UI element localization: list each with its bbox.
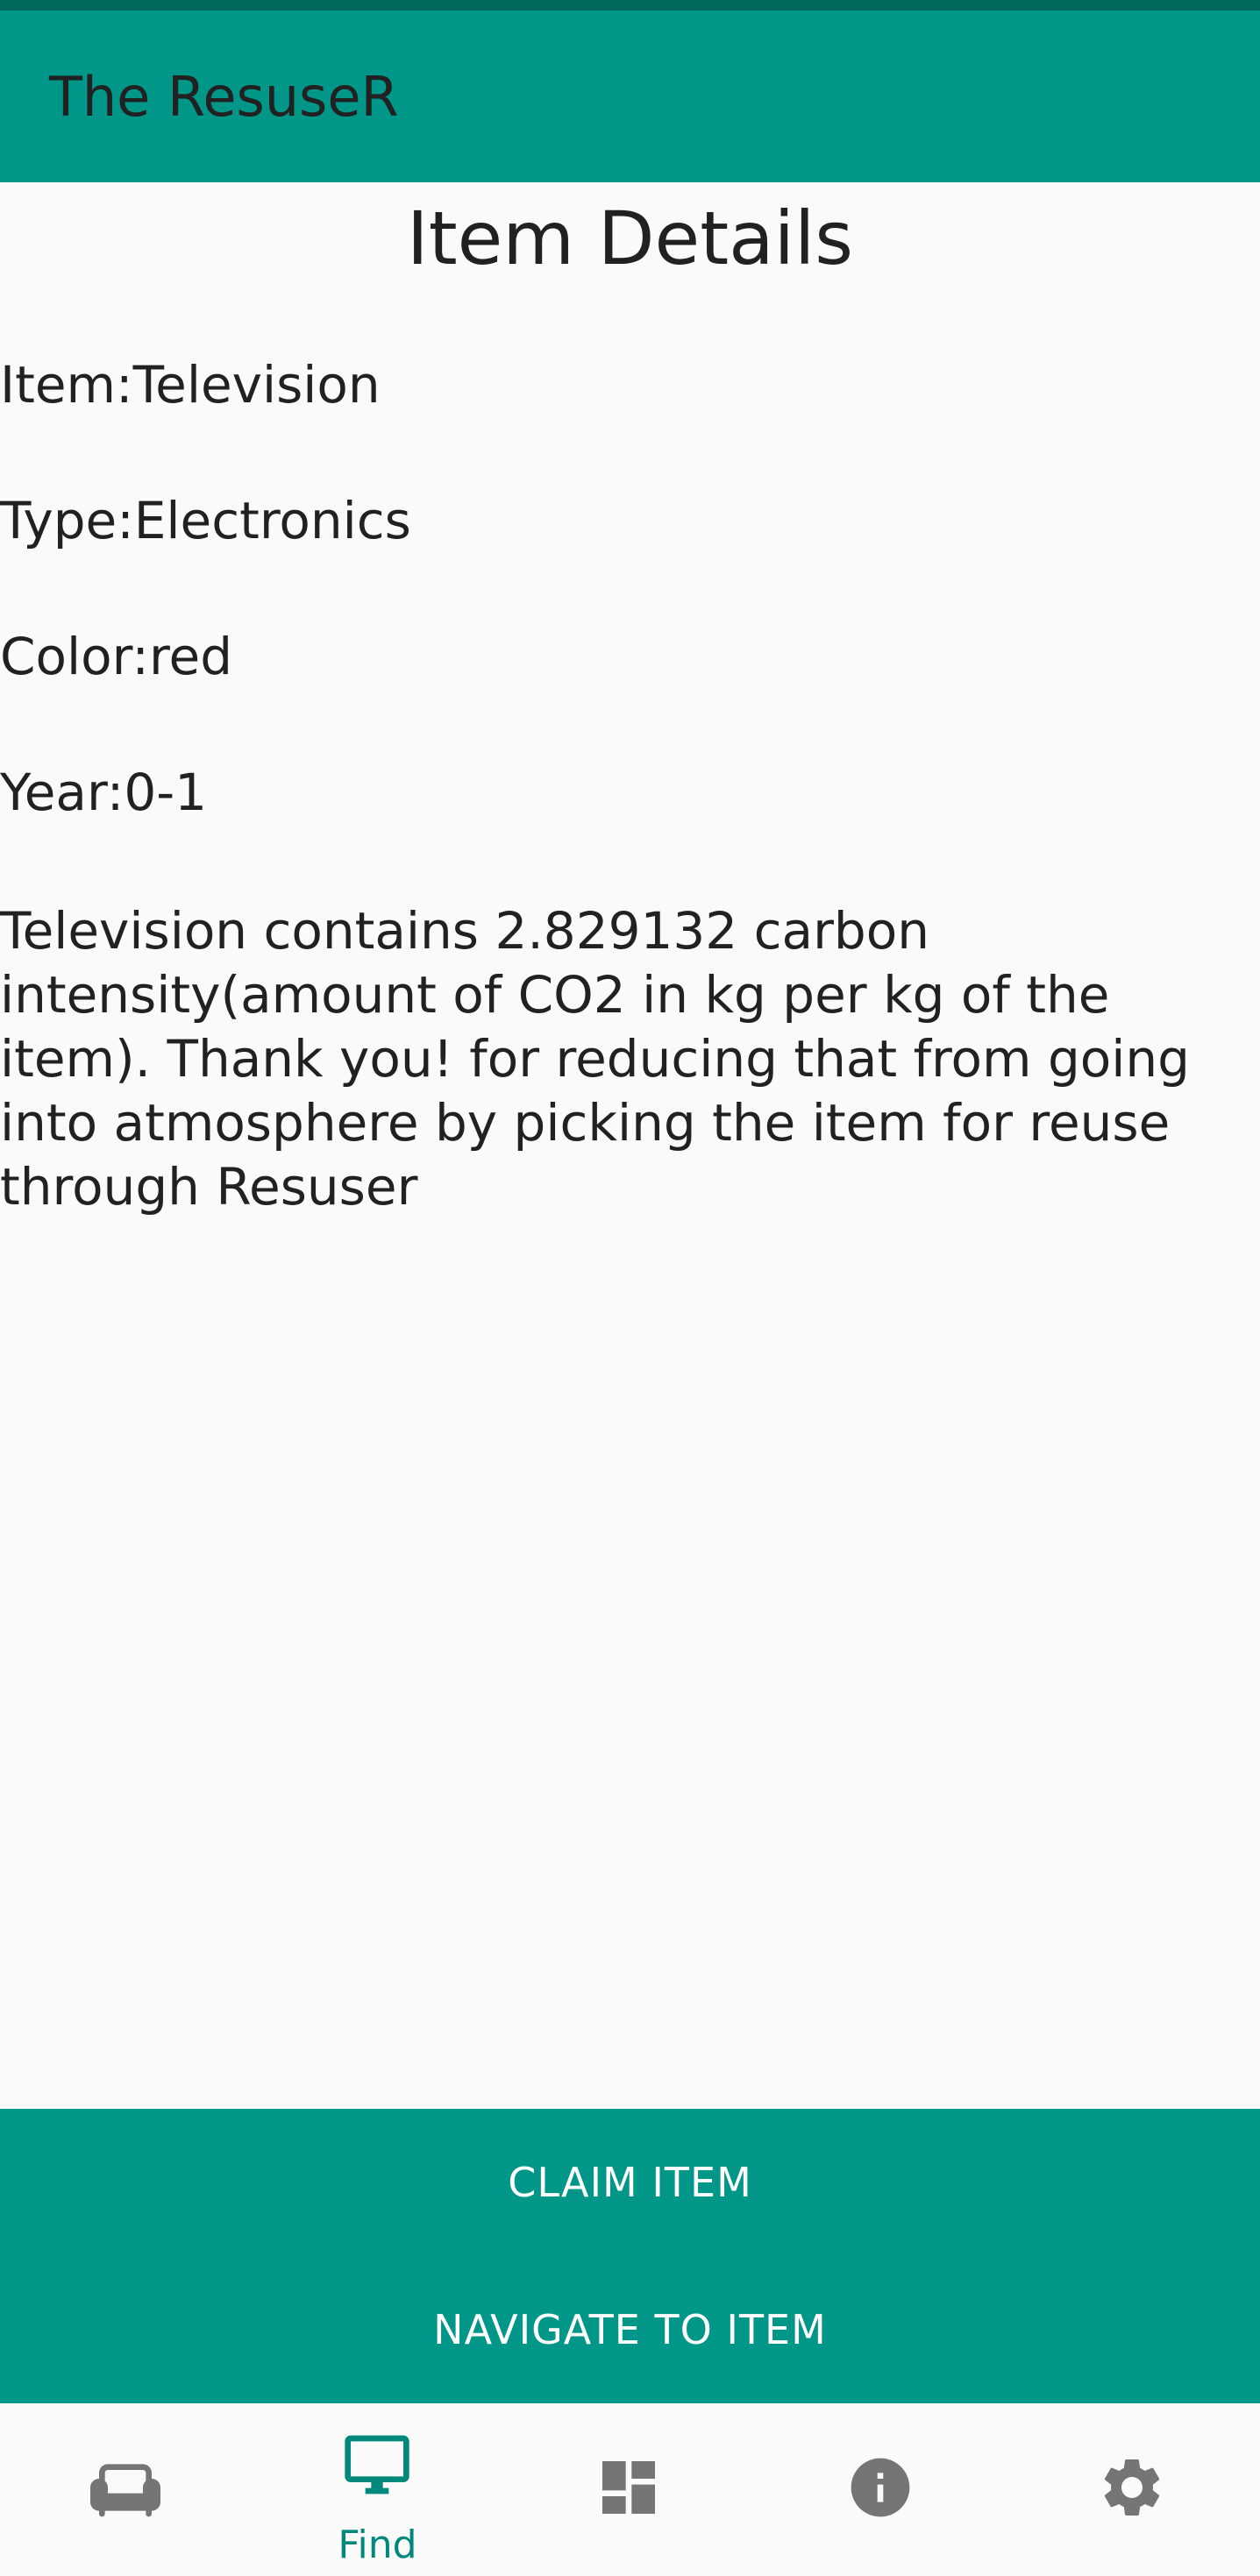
action-panel: CLAIM ITEM NAVIGATE TO ITEM: [0, 2109, 1260, 2403]
item-type-text: Type:Electronics: [0, 491, 411, 550]
nav-item-info[interactable]: [755, 2403, 1007, 2576]
app-title: The ResuseR: [49, 65, 399, 129]
page-title: Item Details: [406, 195, 854, 281]
app-bar: The ResuseR: [0, 11, 1260, 182]
item-color-text: Color:red: [0, 627, 233, 686]
claim-item-button[interactable]: CLAIM ITEM: [0, 2109, 1260, 2256]
info-icon: [851, 2458, 910, 2517]
nav-item-sofa[interactable]: [0, 2403, 252, 2576]
monitor-icon: [345, 2435, 409, 2494]
carbon-intensity-message: Television contains 2.829132 carbon inte…: [0, 901, 1190, 1217]
nav-item-find[interactable]: Find: [252, 2403, 503, 2576]
item-year-text: Year:0-1: [0, 763, 208, 822]
nav-item-dashboard[interactable]: [503, 2403, 755, 2576]
sofa-icon: [90, 2464, 160, 2517]
navigate-to-item-button[interactable]: NAVIGATE TO ITEM: [0, 2256, 1260, 2403]
status-bar: [0, 0, 1260, 11]
gear-icon: [1104, 2459, 1160, 2516]
item-name-text: Item:Television: [0, 355, 381, 415]
nav-item-settings[interactable]: [1007, 2403, 1258, 2576]
bottom-navigation: Find: [0, 2403, 1260, 2576]
nav-find-label: Find: [338, 2523, 417, 2567]
dashboard-icon: [602, 2461, 655, 2514]
